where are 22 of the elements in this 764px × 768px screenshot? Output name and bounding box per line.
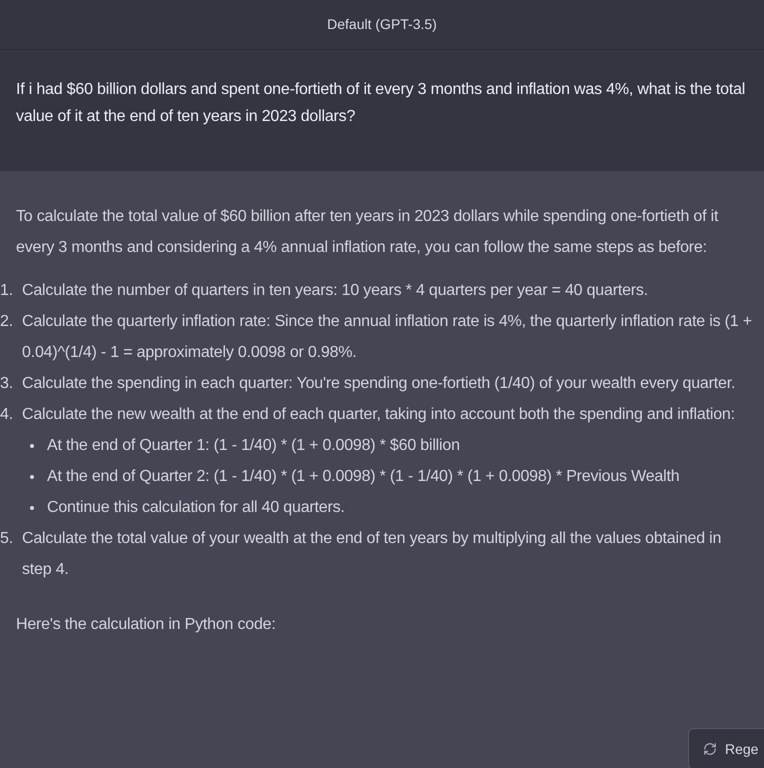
bullet-icon — [30, 474, 34, 478]
list-number: 4. — [0, 405, 14, 425]
answer-paragraph: Here's the calculation in Python code: — [15, 615, 277, 635]
list-number: 3. — [0, 374, 14, 394]
list-item-text: Calculate the quarterly inflation rate: Since the annual inflation rate is 4%, the quarterly inflation rate is (1 + 0.04)^(1/4) - 1 = approximately 0.0098 or 0.98%. — [22, 312, 752, 363]
window-title: Default (GPT-3.5) — [327, 15, 437, 34]
bullet-item-text: Continue this calculation for all 40 quarters. — [47, 498, 345, 518]
bullet-icon — [30, 444, 34, 448]
list-item-text: Calculate the total value of your wealth at the end of ten years by multiplying all the values obtained in step 4. — [22, 529, 722, 580]
user-message: If i had $60 billion dollars and spent one-fortieth of it every 3 months and inflation was 4%, what is the total value of it at the end of ten years in 2023 dollars? — [16, 80, 746, 127]
list-item-text: Calculate the spending in each quarter: You're spending one-fortieth (1/40) of your wealth every quarter. — [22, 374, 736, 394]
bullet-item-text: At the end of Quarter 2: (1 - 1/40) * (1 + 0.0098) * (1 - 1/40) * (1 + 0.0098) * Previous Wealth — [47, 467, 680, 487]
list-number: 1. — [0, 281, 14, 301]
list-item-text: Calculate the number of quarters in ten years: 10 years * 4 quarters per year = 40 quarters. — [22, 281, 649, 301]
regenerate-button[interactable]: Rege — [688, 728, 764, 768]
list-item-text: Calculate the new wealth at the end of each quarter, taking into account both the spending and inflation: — [22, 405, 736, 425]
list-number: 2. — [0, 312, 14, 332]
refresh-icon — [703, 742, 717, 756]
list-number: 5. — [0, 529, 14, 549]
bullet-icon — [30, 506, 34, 510]
bullet-item-text: At the end of Quarter 1: (1 - 1/40) * (1 + 0.0098) * $60 billion — [47, 436, 460, 456]
answer-paragraph: To calculate the total value of $60 billion after ten years in 2023 dollars while spending one-fortieth of it every 3 months and considering a 4% annual inflation rate, you can follow the same steps as before: — [15, 207, 720, 258]
